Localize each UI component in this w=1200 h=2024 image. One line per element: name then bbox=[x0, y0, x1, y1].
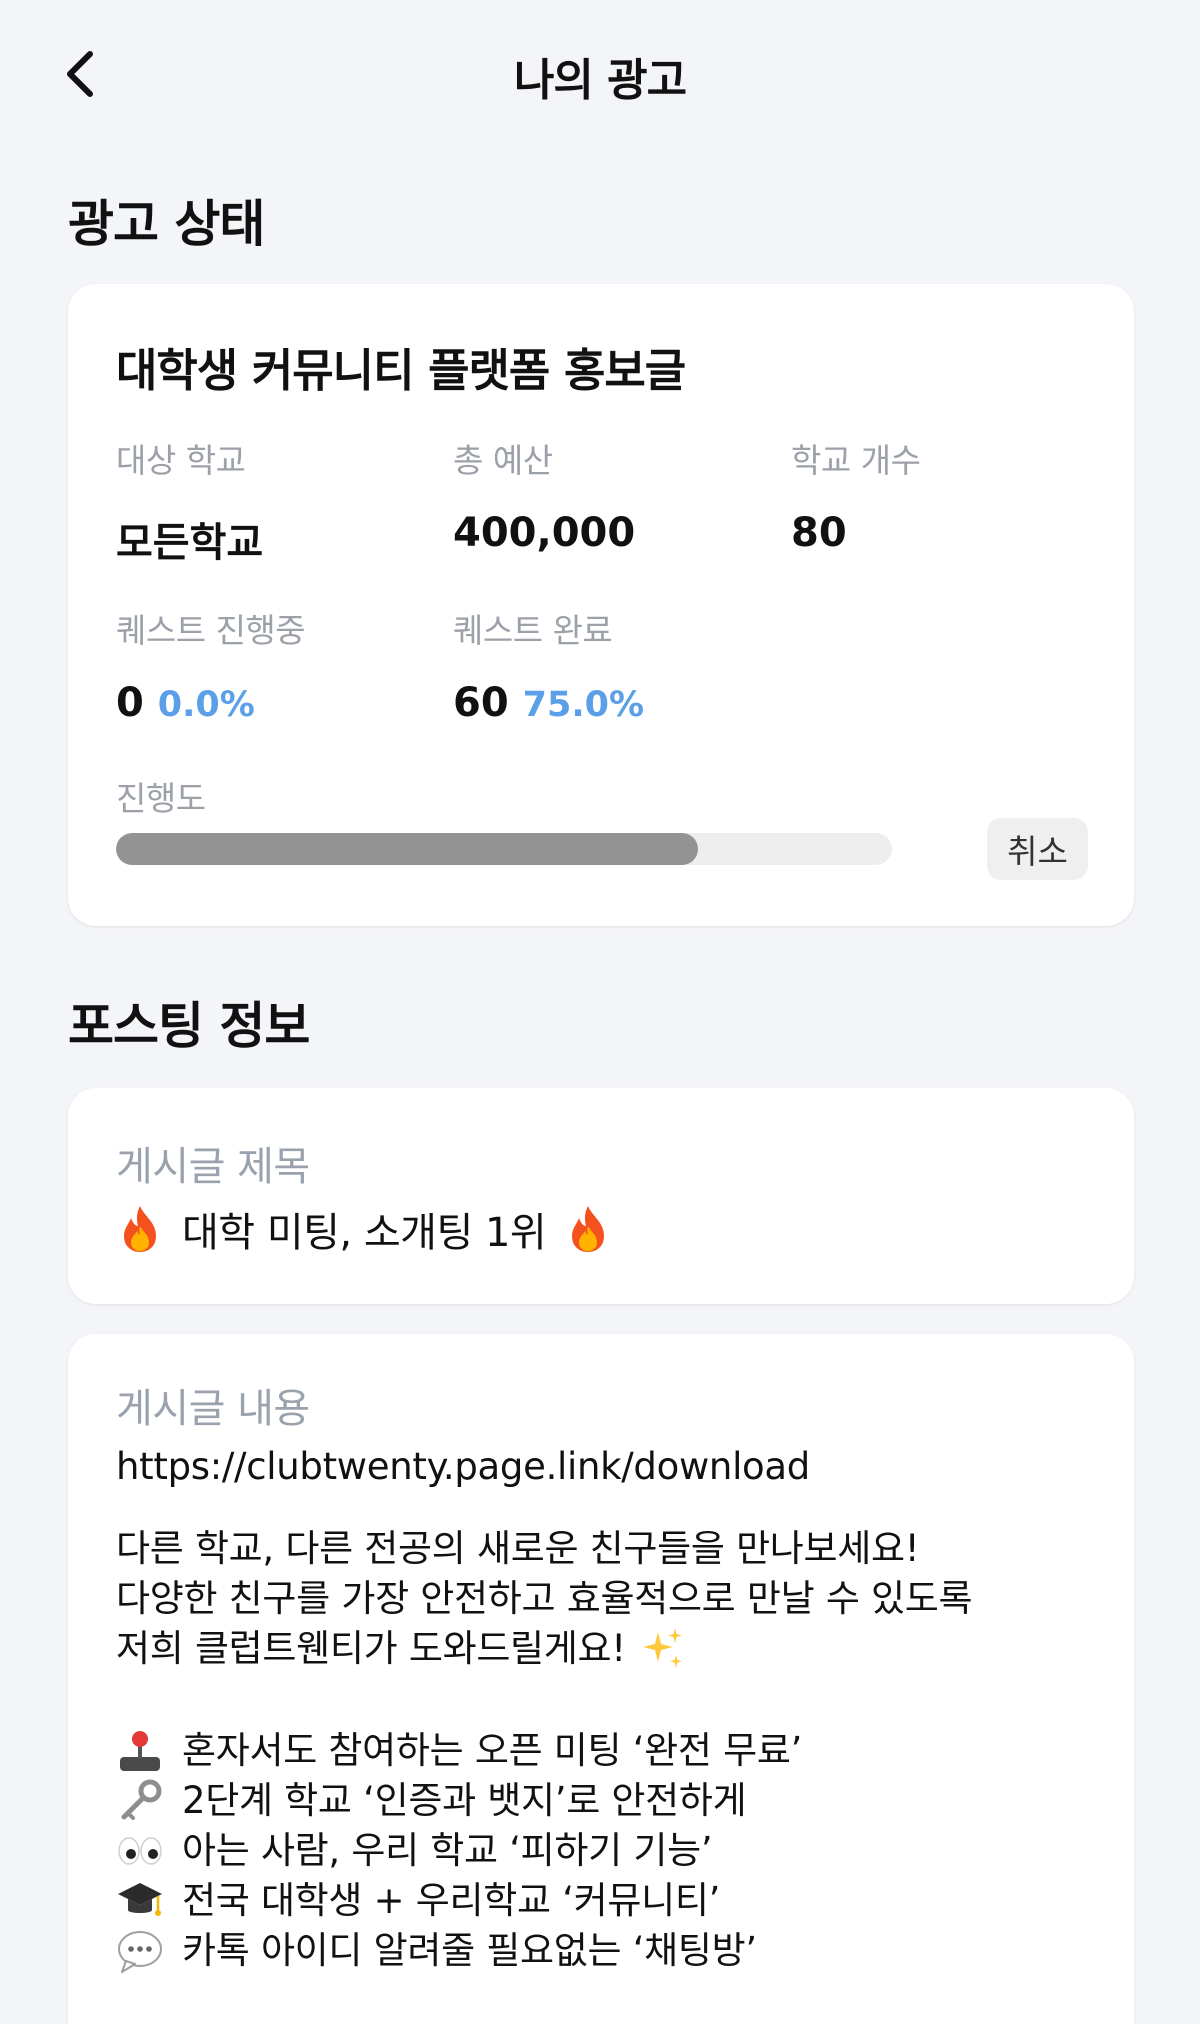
post-link[interactable]: https://clubtwenty.page.link/download bbox=[116, 1442, 1116, 1492]
feature-text: 혼자서도 참여하는 오픈 미팅 ‘완전 무료’ bbox=[182, 1729, 803, 1772]
post-content-body: https://clubtwenty.page.link/download 다른… bbox=[116, 1442, 1116, 1976]
ad-status-card: 대학생 커뮤니티 플랫폼 홍보글 대상 학교 총 예산 학교 개수 모든학교 4… bbox=[68, 284, 1134, 926]
joystick-icon bbox=[120, 1731, 160, 1771]
page-title: 나의 광고 bbox=[513, 55, 687, 106]
target-school-value: 모든학교 bbox=[116, 520, 264, 566]
post-content-card: 게시글 내용 https://clubtwenty.page.link/down… bbox=[68, 1334, 1134, 2024]
quest-in-progress-label: 퀘스트 진행중 bbox=[116, 611, 306, 650]
ad-title: 대학생 커뮤니티 플랫폼 홍보글 bbox=[116, 344, 686, 397]
post-title-text: 대학 미팅, 소개팅 1위 bbox=[182, 1210, 547, 1256]
post-title-card: 게시글 제목 대학 미팅, 소개팅 1위 bbox=[68, 1088, 1134, 1304]
intro-line-last: 저희 클럽트웬티가 도와드릴게요! bbox=[116, 1624, 1116, 1674]
quest-in-progress-stat: 0 0.0% bbox=[116, 680, 255, 726]
feature-item: 혼자서도 참여하는 오픈 미팅 ‘완전 무료’ bbox=[116, 1726, 1116, 1776]
school-count-value: 80 bbox=[791, 510, 847, 556]
post-title: 대학 미팅, 소개팅 1위 bbox=[116, 1200, 612, 1258]
feature-item: 2단계 학교 ‘인증과 뱃지’로 안전하게 bbox=[116, 1776, 1116, 1826]
quest-done-stat: 60 75.0% bbox=[453, 680, 644, 726]
quest-done-value: 60 bbox=[453, 680, 509, 726]
key-icon bbox=[121, 1779, 162, 1820]
sparkles-icon bbox=[642, 1628, 682, 1668]
fire-icon bbox=[124, 1206, 156, 1252]
eyes-icon bbox=[118, 1837, 162, 1865]
post-content-label: 게시글 내용 bbox=[116, 1386, 310, 1432]
quest-in-progress-percent: 0.0% bbox=[157, 685, 255, 725]
quest-in-progress-value: 0 bbox=[116, 680, 144, 726]
total-budget-value: 400,000 bbox=[453, 510, 636, 556]
feature-text: 아는 사람, 우리 학교 ‘피하기 기능’ bbox=[182, 1829, 713, 1872]
intro-line-text: 저희 클럽트웬티가 도와드릴게요! bbox=[116, 1627, 626, 1670]
feature-item: 아는 사람, 우리 학교 ‘피하기 기능’ bbox=[116, 1826, 1116, 1876]
speech-bubble-icon bbox=[118, 1931, 162, 1973]
header: 나의 광고 bbox=[0, 0, 1200, 150]
post-title-label: 게시글 제목 bbox=[116, 1144, 310, 1190]
target-school-label: 대상 학교 bbox=[116, 441, 246, 480]
feature-item: 카톡 아이디 알려줄 필요없는 ‘채팅방’ bbox=[116, 1926, 1116, 1976]
quest-done-percent: 75.0% bbox=[522, 685, 645, 725]
ad-status-section-title: 광고 상태 bbox=[68, 195, 265, 253]
feature-text: 전국 대학생 + 우리학교 ‘커뮤니티’ bbox=[182, 1879, 721, 1922]
total-budget-label: 총 예산 bbox=[453, 441, 553, 480]
cancel-button[interactable]: 취소 bbox=[987, 818, 1088, 880]
school-count-label: 학교 개수 bbox=[791, 441, 921, 480]
my-ads-screen: 나의 광고 광고 상태 대학생 커뮤니티 플랫폼 홍보글 대상 학교 총 예산 … bbox=[0, 0, 1200, 2024]
intro-line: 다양한 친구를 가장 안전하고 효율적으로 만날 수 있도록 bbox=[116, 1577, 973, 1620]
feature-item: 전국 대학생 + 우리학교 ‘커뮤니티’ bbox=[116, 1876, 1116, 1926]
progress-bar bbox=[116, 833, 892, 865]
graduation-cap-icon bbox=[118, 1883, 162, 1916]
progress-bar-fill bbox=[116, 833, 698, 865]
feature-text: 2단계 학교 ‘인증과 뱃지’로 안전하게 bbox=[182, 1779, 747, 1822]
feature-text: 카톡 아이디 알려줄 필요없는 ‘채팅방’ bbox=[182, 1929, 757, 1972]
progress-label: 진행도 bbox=[116, 779, 206, 818]
intro-line: 다른 학교, 다른 전공의 새로운 친구들을 만나보세요! bbox=[116, 1527, 920, 1570]
quest-done-label: 퀘스트 완료 bbox=[453, 611, 613, 650]
posting-info-section-title: 포스팅 정보 bbox=[68, 997, 310, 1055]
fire-icon bbox=[572, 1206, 605, 1252]
